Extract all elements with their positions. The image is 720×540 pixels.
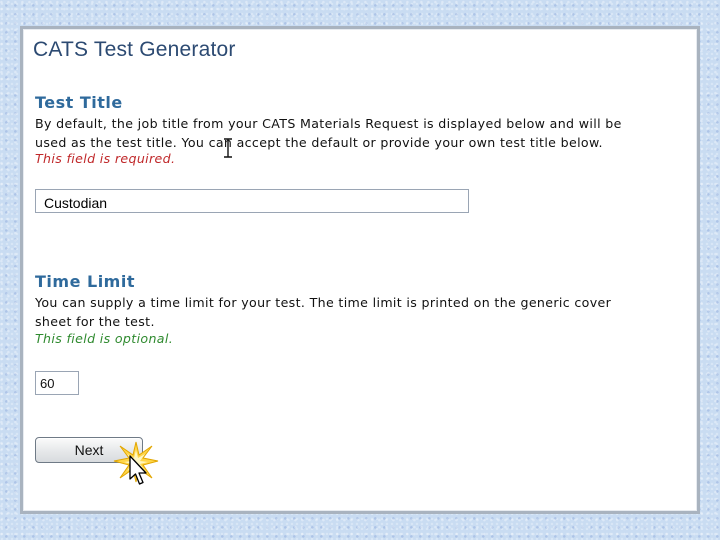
- optional-note: This field is optional.: [35, 331, 174, 346]
- time-limit-description-line-2: sheet for the test.: [35, 314, 155, 329]
- test-title-description-line-2: used as the test title. You can accept t…: [35, 135, 603, 150]
- test-title-heading: Test Title: [35, 93, 123, 112]
- test-title-description-line-1: By default, the job title from your CATS…: [35, 116, 622, 131]
- time-limit-heading: Time Limit: [35, 272, 135, 291]
- time-limit-description-line-1: You can supply a time limit for your tes…: [35, 295, 612, 310]
- mouse-pointer-icon: [129, 455, 147, 485]
- time-limit-description: You can supply a time limit for your tes…: [35, 293, 685, 331]
- test-title-description: By default, the job title from your CATS…: [35, 114, 685, 152]
- text-cursor-icon: [224, 138, 232, 158]
- test-title-input[interactable]: Custodian: [35, 189, 469, 213]
- page-title: CATS Test Generator: [33, 38, 236, 61]
- time-limit-input[interactable]: 60: [35, 371, 79, 395]
- required-note: This field is required.: [35, 151, 176, 166]
